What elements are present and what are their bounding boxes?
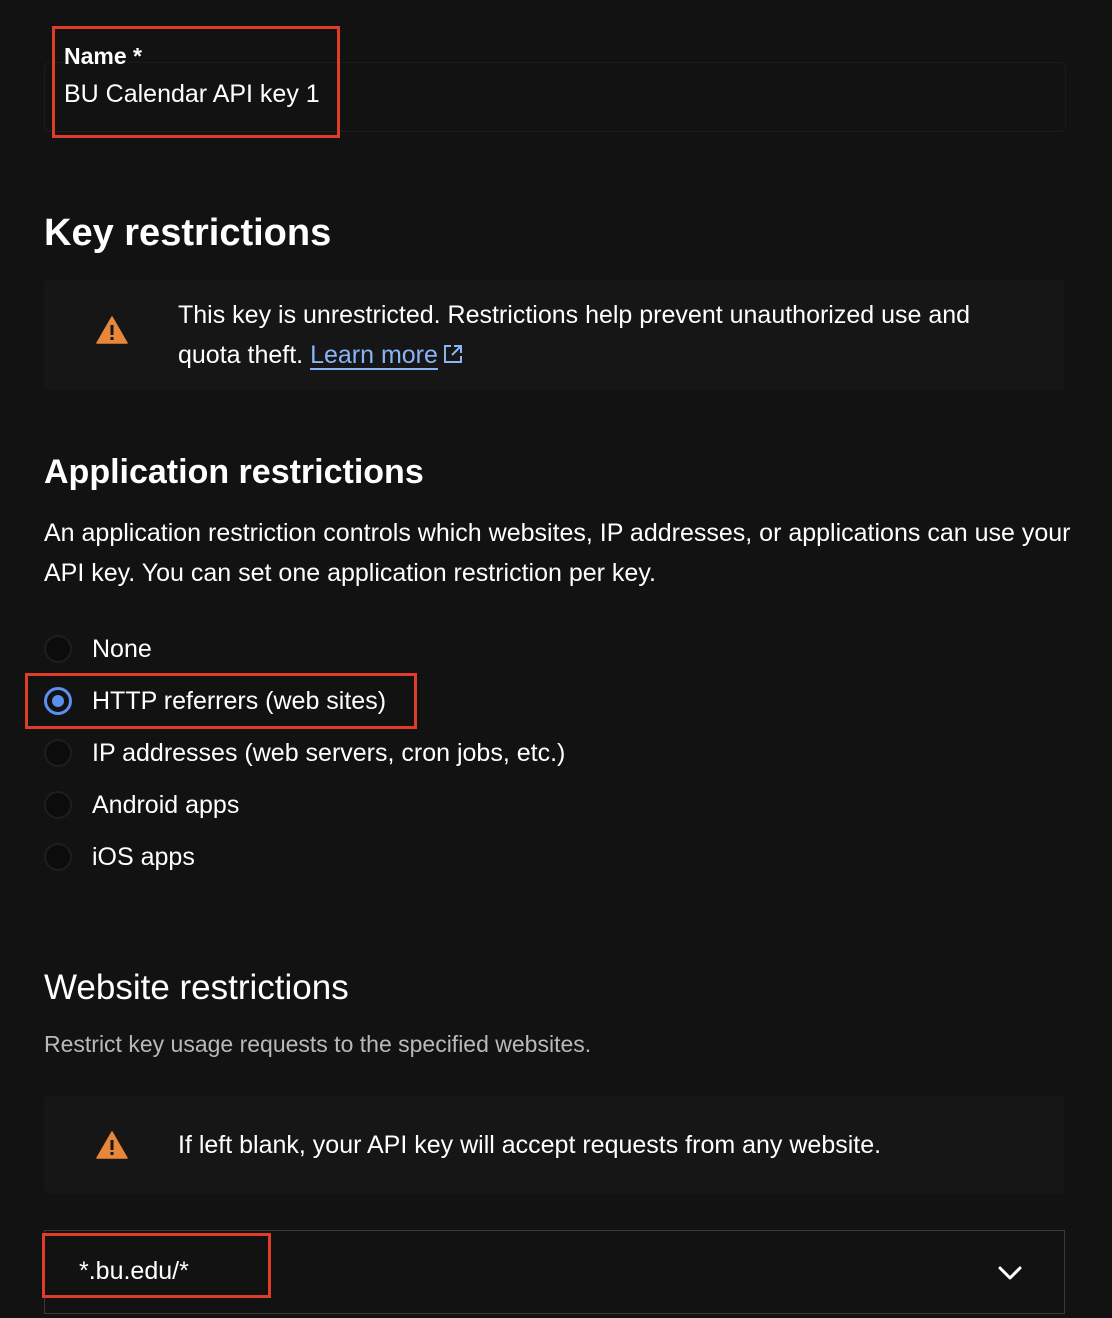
- radio-button-selected[interactable]: [44, 687, 72, 715]
- radio-option-android-apps[interactable]: Android apps: [44, 785, 239, 825]
- radio-button[interactable]: [44, 843, 72, 871]
- blank-website-warning-text: If left blank, your API key will accept …: [178, 1131, 882, 1159]
- radio-label[interactable]: HTTP referrers (web sites): [92, 687, 386, 716]
- name-label: Name *: [64, 43, 142, 69]
- radio-label[interactable]: iOS apps: [92, 843, 195, 872]
- learn-more-label[interactable]: Learn more: [310, 341, 438, 369]
- radio-option-ios-apps[interactable]: iOS apps: [44, 837, 195, 877]
- radio-button[interactable]: [44, 791, 72, 819]
- unrestricted-warning-banner: This key is unrestricted. Restrictions h…: [44, 280, 1064, 390]
- blank-website-warning-banner: If left blank, your API key will accept …: [44, 1096, 1064, 1194]
- radio-label[interactable]: IP addresses (web servers, cron jobs, et…: [92, 739, 565, 768]
- radio-button[interactable]: [44, 635, 72, 663]
- radio-button[interactable]: [44, 739, 72, 767]
- referrer-value[interactable]: *.bu.edu/*: [79, 1257, 189, 1286]
- radio-option-http-referrers[interactable]: HTTP referrers (web sites): [44, 681, 386, 721]
- key-restrictions-heading: Key restrictions: [44, 212, 332, 254]
- radio-label[interactable]: None: [92, 635, 152, 664]
- website-referrer-item[interactable]: *.bu.edu/*: [44, 1230, 1065, 1314]
- application-restrictions-description: An application restriction controls whic…: [44, 519, 1071, 587]
- website-restrictions-description: Restrict key usage requests to the speci…: [44, 1031, 592, 1057]
- chevron-down-icon[interactable]: [996, 1259, 1024, 1287]
- application-restrictions-heading: Application restrictions: [44, 453, 424, 491]
- radio-option-none[interactable]: None: [44, 629, 152, 669]
- radio-label[interactable]: Android apps: [92, 791, 239, 820]
- api-key-edit-page: Name * BU Calendar API key 1 Key restric…: [0, 0, 1112, 1318]
- unrestricted-warning-text: This key is unrestricted. Restrictions h…: [178, 295, 1038, 375]
- warning-icon: [96, 1131, 128, 1159]
- external-link-icon[interactable]: [442, 343, 464, 365]
- warning-message: This key is unrestricted. Restrictions h…: [178, 301, 971, 369]
- website-restrictions-heading: Website restrictions: [44, 968, 349, 1007]
- name-value[interactable]: BU Calendar API key 1: [64, 80, 320, 109]
- radio-option-ip-addresses[interactable]: IP addresses (web servers, cron jobs, et…: [44, 733, 565, 773]
- warning-icon: [96, 316, 128, 344]
- learn-more-link[interactable]: Learn more: [310, 341, 464, 369]
